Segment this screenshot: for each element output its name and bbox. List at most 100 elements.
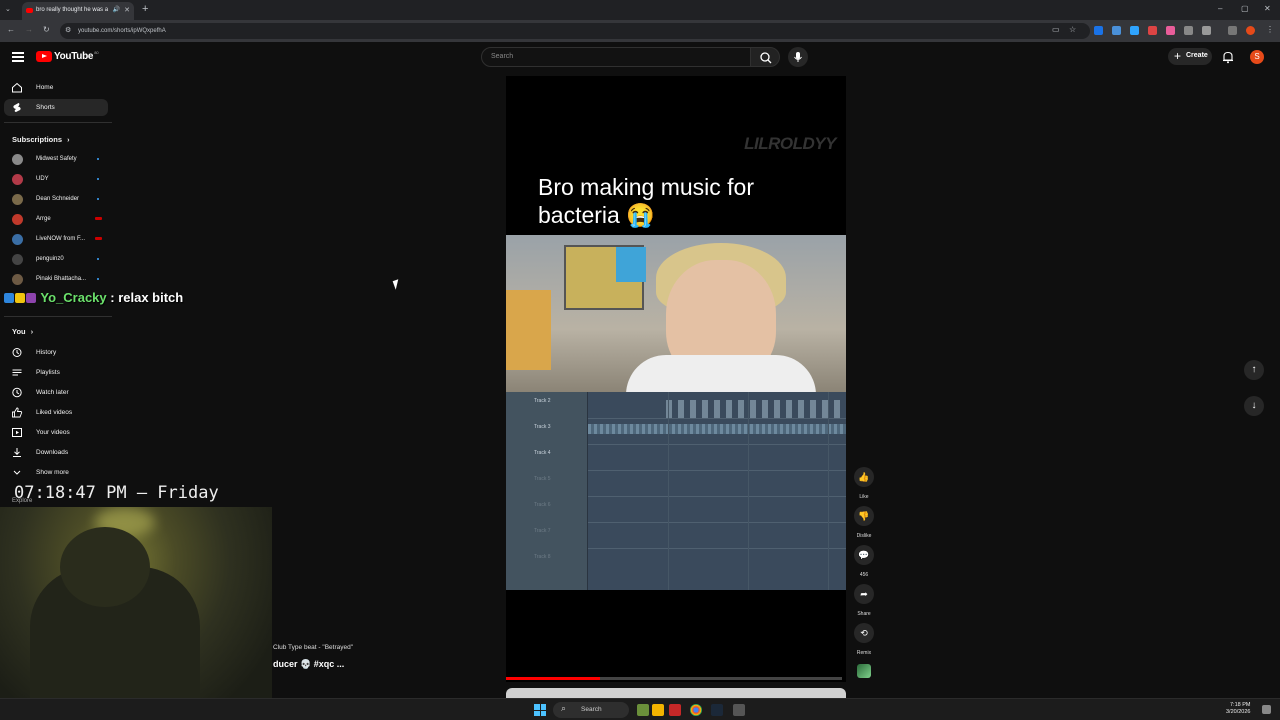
extension-icon[interactable] bbox=[1148, 26, 1157, 35]
wall-jersey bbox=[616, 247, 646, 282]
back-icon[interactable]: ← bbox=[7, 25, 15, 34]
subscription-item[interactable]: UDY bbox=[4, 171, 108, 188]
file-explorer-icon[interactable] bbox=[652, 704, 664, 716]
sidebar-item-watch-later[interactable]: Watch later bbox=[4, 384, 108, 401]
daw-track-label: Track 8 bbox=[534, 554, 551, 560]
like-label: Like bbox=[859, 494, 869, 500]
subscriptions-heading[interactable]: Subscriptions › bbox=[12, 135, 69, 144]
sidebar-item-downloads[interactable]: Downloads bbox=[4, 444, 108, 461]
daw-lane-divider bbox=[588, 522, 846, 523]
sidebar-item-playlists[interactable]: Playlists bbox=[4, 364, 108, 381]
daw-track-label: Track 7 bbox=[534, 528, 551, 534]
tab-search-icon[interactable]: ⌄ bbox=[5, 5, 11, 13]
subscription-item[interactable]: Pinaki Bhattacha... bbox=[4, 271, 108, 288]
windows-start-icon[interactable] bbox=[534, 704, 546, 716]
share-label: Share bbox=[857, 611, 871, 617]
sidebar-item-home[interactable]: Home bbox=[4, 79, 108, 96]
voice-search-button[interactable] bbox=[788, 47, 808, 67]
dislike-button[interactable]: 👎 Dislike bbox=[852, 506, 876, 539]
forward-icon[interactable]: → bbox=[25, 25, 33, 34]
shorts-icon bbox=[13, 103, 21, 112]
youtube-logo[interactable]: YouTube 80 bbox=[36, 50, 99, 62]
extension-icon[interactable] bbox=[1184, 26, 1193, 35]
sound-thumbnail[interactable] bbox=[857, 664, 871, 678]
subscription-item[interactable]: Arrge bbox=[4, 211, 108, 228]
bookmark-star-icon[interactable]: ☆ bbox=[1069, 25, 1076, 34]
comments-button[interactable]: 💬 456 bbox=[852, 545, 876, 578]
minimize-button[interactable]: – bbox=[1218, 4, 1222, 13]
search-icon: ⌕ bbox=[561, 703, 567, 713]
site-info-icon[interactable]: ⚙ bbox=[65, 26, 71, 34]
sidebar-item-label: Watch later bbox=[36, 389, 69, 396]
microphone-icon bbox=[794, 52, 802, 62]
share-button[interactable]: ➦ Share bbox=[852, 584, 876, 617]
notifications-button[interactable] bbox=[1221, 50, 1235, 69]
subscription-item[interactable]: Dean Schneider bbox=[4, 191, 108, 208]
next-short-preview[interactable] bbox=[506, 688, 846, 698]
share-icon: ➦ bbox=[854, 584, 874, 604]
sidebar-item-label: Home bbox=[36, 84, 54, 91]
chat-badge-icon bbox=[15, 293, 25, 303]
tab-audio-icon[interactable]: 🔊 bbox=[113, 6, 120, 13]
install-app-icon[interactable]: ▭ bbox=[1052, 25, 1060, 34]
notification-icon[interactable] bbox=[1262, 705, 1271, 714]
sidebar-item-shorts[interactable]: Shorts bbox=[4, 99, 108, 116]
chrome-icon[interactable] bbox=[690, 704, 702, 716]
browser-tab[interactable]: bro really thought he was a 🔊 ✕ bbox=[22, 2, 134, 20]
address-bar[interactable]: ⚙ youtube.com/shorts/ipWQxpefhA bbox=[60, 23, 1090, 39]
shorts-player[interactable]: LILROLDYY Bro making music for bacteria … bbox=[506, 76, 846, 682]
new-tab-button[interactable]: + bbox=[142, 3, 148, 15]
sidebar-item-show-more[interactable]: Show more bbox=[4, 464, 108, 481]
search-input[interactable]: Search bbox=[481, 47, 751, 67]
channel-name: penguinz0 bbox=[36, 256, 64, 262]
account-avatar[interactable]: S bbox=[1250, 50, 1264, 64]
extension-icon[interactable] bbox=[1112, 26, 1121, 35]
extension-icon[interactable] bbox=[1130, 26, 1139, 35]
you-heading-label: You bbox=[12, 327, 26, 336]
taskbar-app-icon[interactable] bbox=[669, 704, 681, 716]
reload-icon[interactable]: ↻ bbox=[43, 25, 50, 34]
sidebar-item-label: Your videos bbox=[36, 429, 70, 436]
subscription-item[interactable]: penguinz0 bbox=[4, 251, 108, 268]
previous-short-button[interactable]: ↑ bbox=[1244, 360, 1264, 380]
extensions-puzzle-icon[interactable] bbox=[1202, 26, 1211, 35]
sidebar-item-liked-videos[interactable]: Liked videos bbox=[4, 404, 108, 421]
close-window-button[interactable]: ✕ bbox=[1264, 4, 1271, 13]
sidebar-item-label: Downloads bbox=[36, 449, 69, 456]
logo-text: YouTube bbox=[54, 51, 94, 62]
you-heading[interactable]: You › bbox=[12, 327, 33, 336]
steam-icon[interactable] bbox=[711, 704, 723, 716]
video-progress-bar[interactable] bbox=[506, 677, 842, 680]
taskbar-app-icon[interactable] bbox=[733, 704, 745, 716]
sidebar-toggle-icon[interactable] bbox=[1228, 26, 1237, 35]
search-button[interactable] bbox=[750, 47, 780, 67]
daw-track-label: Track 2 bbox=[534, 398, 551, 404]
next-short-button[interactable]: ↓ bbox=[1244, 396, 1264, 416]
dislike-icon: 👎 bbox=[854, 506, 874, 526]
browser-menu-icon[interactable]: ⋮ bbox=[1266, 25, 1274, 34]
extension-icon[interactable] bbox=[1166, 26, 1175, 35]
tab-close-icon[interactable]: ✕ bbox=[124, 6, 130, 14]
channel-avatar bbox=[12, 174, 23, 185]
url-text: youtube.com/shorts/ipWQxpefhA bbox=[78, 28, 166, 34]
taskbar-app-icon[interactable] bbox=[637, 704, 649, 716]
sidebar-item-your-videos[interactable]: Your videos bbox=[4, 424, 108, 441]
system-clock[interactable]: 7:18 PM 3/20/2026 bbox=[1226, 702, 1250, 716]
create-button[interactable]: + Create bbox=[1168, 48, 1212, 65]
sidebar-item-history[interactable]: History bbox=[4, 344, 108, 361]
channel-avatar bbox=[12, 214, 23, 225]
stream-caption-line: Club Type beat - "Betrayed" bbox=[273, 644, 354, 651]
subscription-item[interactable]: Midwest Safety bbox=[4, 151, 108, 168]
profile-avatar-icon[interactable] bbox=[1246, 26, 1255, 35]
search-icon bbox=[760, 52, 772, 64]
daw-pattern-clip bbox=[666, 400, 846, 418]
extension-icon[interactable] bbox=[1094, 26, 1103, 35]
windows-taskbar: ⌕ Search 7:18 PM 3/20/2026 bbox=[0, 698, 1280, 720]
guide-menu-icon[interactable] bbox=[12, 52, 24, 62]
like-button[interactable]: 👍 Like bbox=[852, 467, 876, 500]
subscriptions-heading-label: Subscriptions bbox=[12, 135, 63, 144]
taskbar-search[interactable]: ⌕ Search bbox=[553, 702, 629, 718]
maximize-button[interactable]: ▢ bbox=[1241, 4, 1249, 13]
remix-button[interactable]: ⟲ Remix bbox=[852, 623, 876, 656]
subscription-item[interactable]: LiveNOW from F... bbox=[4, 231, 108, 248]
